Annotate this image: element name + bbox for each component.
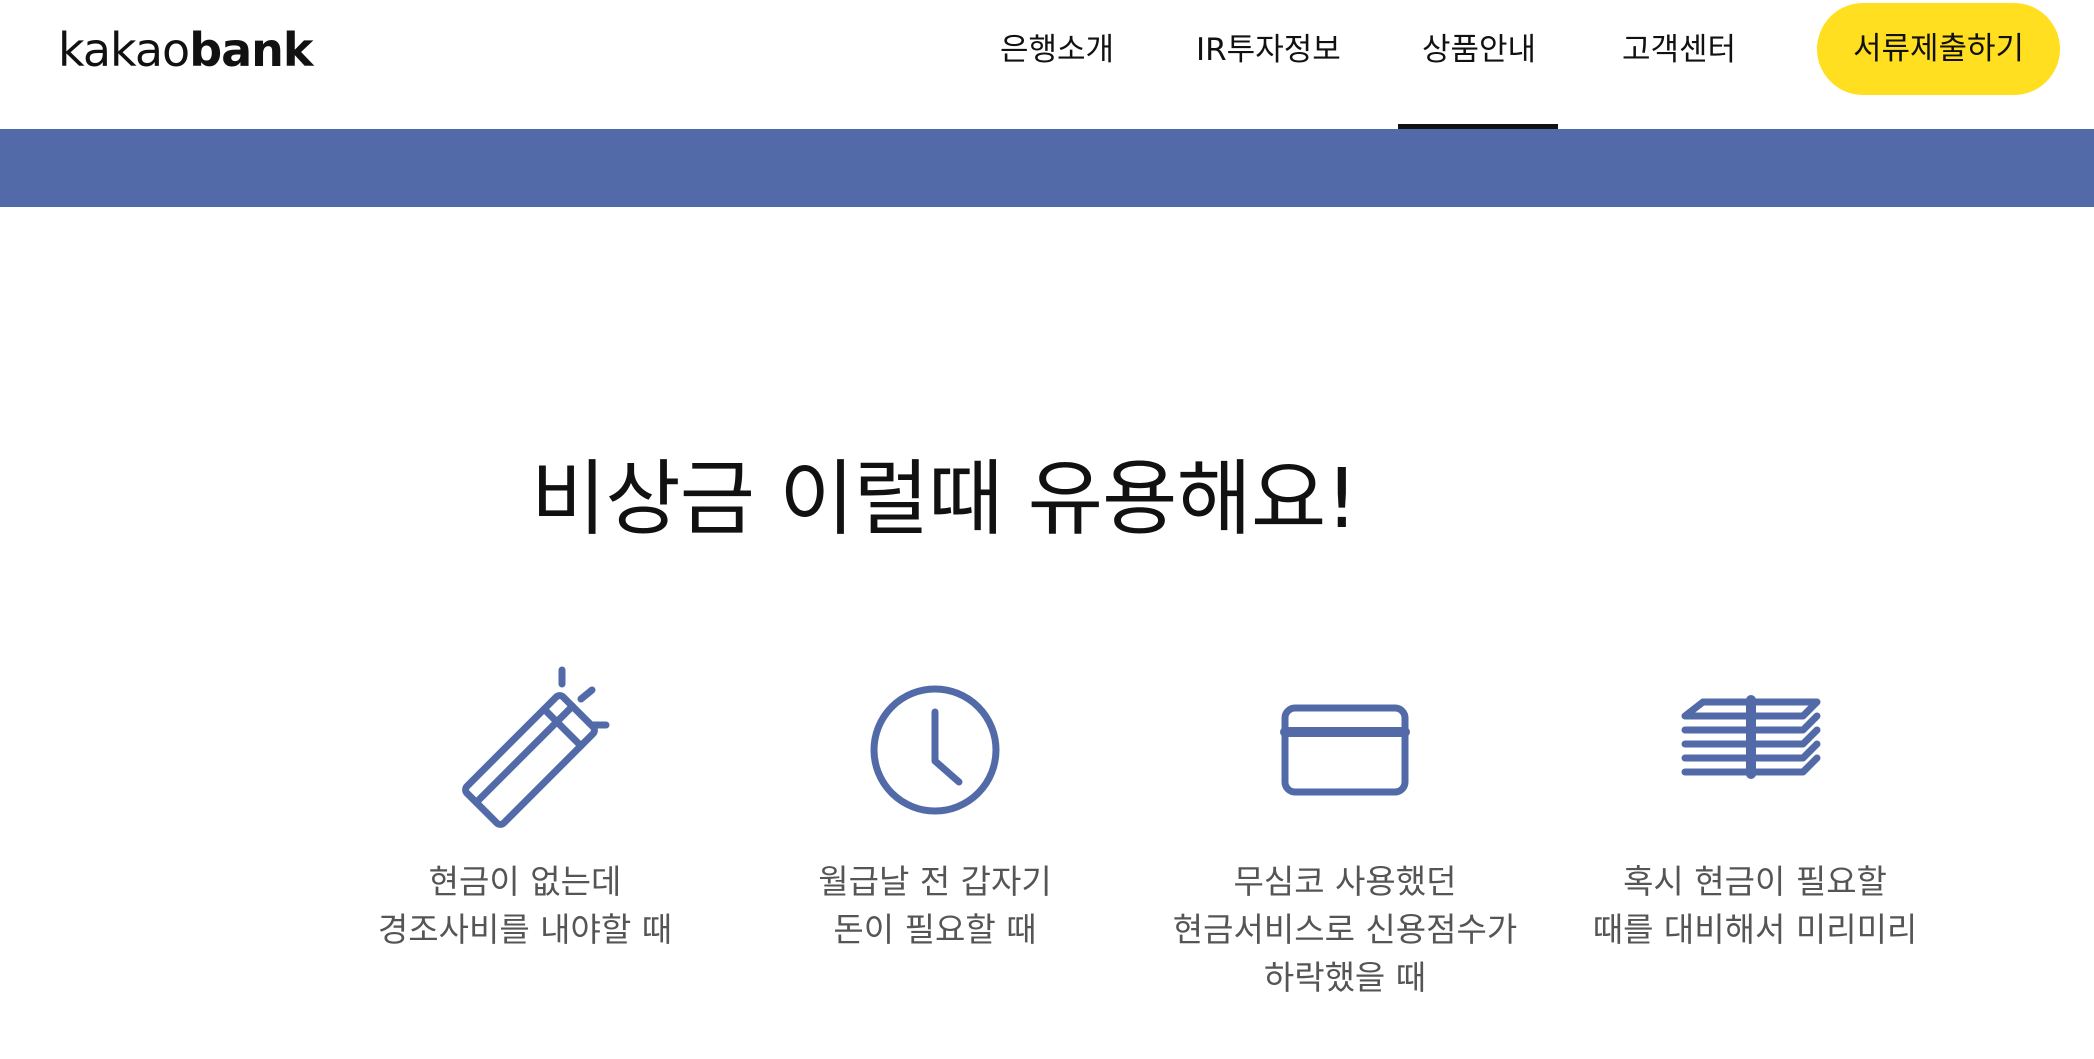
- use-case-card: 혹시 현금이 필요할 때를 대비해서 미리미리: [1555, 660, 1955, 954]
- use-case-text: 월급날 전 갑자기 돈이 필요할 때: [735, 858, 1135, 954]
- use-case-card: 무심코 사용했던 현금서비스로 신용점수가 하락했을 때: [1145, 660, 1545, 1002]
- logo-text-kakao: kakao: [58, 23, 190, 77]
- use-case-text: 무심코 사용했던 현금서비스로 신용점수가 하락했을 때: [1145, 858, 1545, 1002]
- clock-icon: [870, 685, 1000, 815]
- use-case-card: 현금이 없는데 경조사비를 내야할 때: [325, 660, 725, 954]
- use-case-line: 월급날 전 갑자기: [818, 862, 1052, 901]
- use-case-line: 때를 대비해서 미리미리: [1592, 910, 1918, 949]
- section-banner: [0, 129, 2094, 207]
- use-case-text: 혹시 현금이 필요할 때를 대비해서 미리미리: [1555, 858, 1955, 954]
- submit-documents-button[interactable]: 서류제출하기: [1817, 3, 2060, 95]
- use-case-line: 돈이 필요할 때: [833, 910, 1037, 949]
- use-case-line: 경조사비를 내야할 때: [377, 910, 673, 949]
- nav-item-products[interactable]: 상품안내: [1422, 28, 1536, 72]
- use-case-line: 하락했을 때: [1263, 958, 1427, 997]
- nav-item-about[interactable]: 은행소개: [1000, 28, 1114, 72]
- site-header: kakaobank 은행소개 IR투자정보 상품안내 고객센터 서류제출하기: [0, 0, 2094, 129]
- envelope-sparkle-icon: [462, 666, 610, 828]
- use-case-text: 현금이 없는데 경조사비를 내야할 때: [325, 858, 725, 954]
- use-case-line: 현금서비스로 신용점수가: [1172, 910, 1518, 949]
- logo-text-bank: bank: [189, 23, 313, 77]
- page-headline: 비상금 이럴때 유용해요!: [530, 452, 1358, 547]
- kakaobank-logo[interactable]: kakaobank: [58, 23, 314, 77]
- nav-item-support[interactable]: 고객센터: [1622, 28, 1736, 72]
- use-case-line: 현금이 없는데: [428, 862, 622, 901]
- cash-stack-icon: [1681, 695, 1821, 779]
- use-case-line: 혹시 현금이 필요할: [1623, 862, 1887, 901]
- credit-card-icon: [1280, 704, 1410, 796]
- use-case-line: 무심코 사용했던: [1233, 862, 1457, 901]
- use-case-card: 월급날 전 갑자기 돈이 필요할 때: [735, 660, 1135, 954]
- nav-item-ir[interactable]: IR투자정보: [1196, 28, 1341, 72]
